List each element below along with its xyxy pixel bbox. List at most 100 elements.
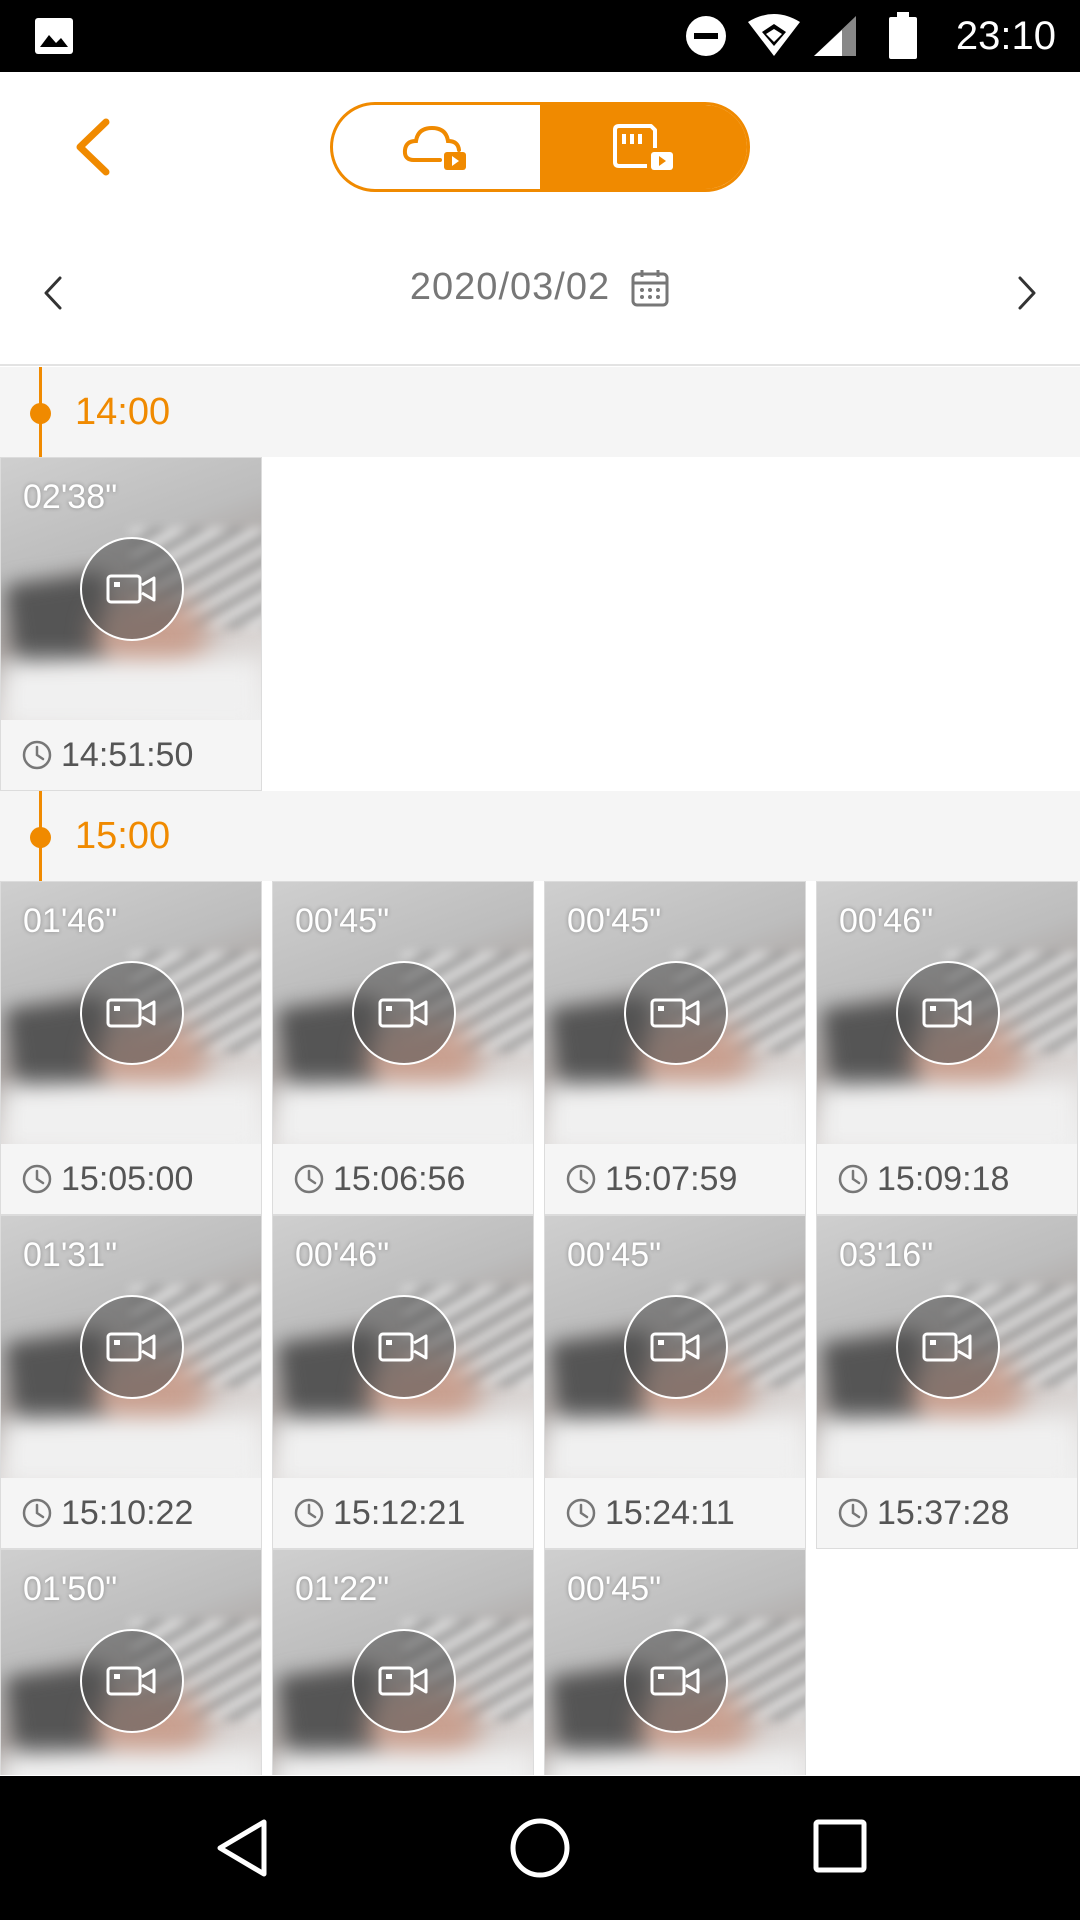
clip-duration: 01'31" bbox=[23, 1236, 118, 1274]
hour-group-header: 14:00 bbox=[0, 367, 1080, 457]
clip-footer: 15:24:11 bbox=[545, 1478, 805, 1548]
status-time: 23:10 bbox=[955, 14, 1056, 58]
play-video-button[interactable] bbox=[80, 1629, 184, 1733]
clip-duration: 00'46" bbox=[839, 902, 934, 940]
clock-icon bbox=[566, 1164, 596, 1194]
clip-duration: 00'45" bbox=[567, 902, 662, 940]
do-not-disturb-icon bbox=[686, 16, 726, 56]
hour-label: 15:00 bbox=[75, 815, 171, 857]
clip-card[interactable]: 00'45" 15:06:56 bbox=[272, 881, 534, 1215]
clip-duration: 03'16" bbox=[839, 1236, 934, 1274]
playback-source-toggle bbox=[330, 102, 750, 192]
home-circle-icon[interactable] bbox=[508, 1816, 572, 1880]
clip-card[interactable]: 00'45" 15:07:59 bbox=[544, 881, 806, 1215]
clip-footer: 15:37:28 bbox=[817, 1478, 1077, 1548]
date-navigator: 2020/03/02 bbox=[0, 222, 1080, 366]
video-camera-icon bbox=[106, 1332, 156, 1362]
clip-card[interactable]: 00'46" 15:12:21 bbox=[272, 1215, 534, 1549]
play-video-button[interactable] bbox=[80, 537, 184, 641]
clip-start-time: 15:06:56 bbox=[333, 1159, 466, 1198]
status-bar: 23:10 bbox=[0, 0, 1080, 72]
play-video-button[interactable] bbox=[352, 961, 456, 1065]
clip-card[interactable]: 00'45" 15:24:11 bbox=[544, 1215, 806, 1549]
clip-start-time: 15:09:18 bbox=[877, 1159, 1010, 1198]
video-camera-icon bbox=[106, 574, 156, 604]
play-video-button[interactable] bbox=[352, 1629, 456, 1733]
clock-icon bbox=[22, 740, 52, 770]
clip-duration: 02'38" bbox=[23, 478, 118, 516]
selected-date: 2020/03/02 bbox=[409, 266, 611, 308]
video-camera-icon bbox=[922, 998, 972, 1028]
clip-start-time: 15:37:28 bbox=[877, 1493, 1010, 1532]
clip-start-time: 15:24:11 bbox=[605, 1493, 735, 1532]
clip-card[interactable]: 02'38" 14:51:50 bbox=[0, 457, 262, 791]
video-camera-icon bbox=[378, 1666, 428, 1696]
signal-icon bbox=[814, 16, 856, 56]
recordings-list[interactable]: 14:00 02'38" 14:51:50 15:00 01'46" 15:05:… bbox=[0, 367, 1080, 1775]
clip-footer: 14:51:50 bbox=[1, 720, 261, 790]
cloud-playback-icon bbox=[402, 125, 466, 170]
clip-start-time: 15:05:00 bbox=[61, 1159, 194, 1198]
clip-start-time: 14:51:50 bbox=[61, 735, 194, 774]
clock-icon bbox=[22, 1498, 52, 1528]
clip-card[interactable]: 01'46" 15:05:00 bbox=[0, 881, 262, 1215]
hour-group-header: 15:00 bbox=[0, 791, 1080, 881]
play-video-button[interactable] bbox=[352, 1295, 456, 1399]
next-day-button[interactable] bbox=[1006, 268, 1046, 318]
cloud-playback-tab[interactable] bbox=[333, 105, 540, 189]
clip-duration: 01'22" bbox=[295, 1570, 390, 1608]
play-video-button[interactable] bbox=[80, 1295, 184, 1399]
timeline-dot bbox=[30, 403, 51, 424]
video-camera-icon bbox=[650, 1332, 700, 1362]
back-triangle-icon[interactable] bbox=[212, 1816, 272, 1880]
clip-card[interactable]: 00'45" bbox=[544, 1549, 806, 1775]
clock-icon bbox=[838, 1164, 868, 1194]
clip-card[interactable]: 00'46" 15:09:18 bbox=[816, 881, 1078, 1215]
clip-footer: 15:05:00 bbox=[1, 1144, 261, 1214]
hour-label: 14:00 bbox=[75, 391, 171, 433]
clip-start-time: 15:10:22 bbox=[61, 1493, 194, 1532]
play-video-button[interactable] bbox=[896, 1295, 1000, 1399]
clip-grid: 02'38" 14:51:50 bbox=[0, 457, 1080, 791]
video-camera-icon bbox=[922, 1332, 972, 1362]
clip-footer: 15:06:56 bbox=[273, 1144, 533, 1214]
clip-duration: 00'45" bbox=[567, 1236, 662, 1274]
sd-card-playback-tab[interactable] bbox=[540, 105, 747, 189]
clip-duration: 00'46" bbox=[295, 1236, 390, 1274]
video-camera-icon bbox=[378, 998, 428, 1028]
clip-duration: 01'46" bbox=[23, 902, 118, 940]
clip-duration: 01'50" bbox=[23, 1570, 118, 1608]
video-camera-icon bbox=[378, 1332, 428, 1362]
clip-duration: 00'45" bbox=[567, 1570, 662, 1608]
clip-start-time: 15:07:59 bbox=[605, 1159, 738, 1198]
play-video-button[interactable] bbox=[624, 1295, 728, 1399]
clip-footer: 15:10:22 bbox=[1, 1478, 261, 1548]
clock-icon bbox=[838, 1498, 868, 1528]
gallery-icon bbox=[35, 18, 73, 54]
video-camera-icon bbox=[106, 998, 156, 1028]
clock-icon bbox=[22, 1164, 52, 1194]
clip-footer: 15:12:21 bbox=[273, 1478, 533, 1548]
clip-footer: 15:09:18 bbox=[817, 1144, 1077, 1214]
sd-card-playback-icon bbox=[612, 124, 673, 170]
clip-card[interactable]: 01'50" bbox=[0, 1549, 262, 1775]
top-bar bbox=[0, 72, 1080, 222]
calendar-icon bbox=[631, 269, 669, 306]
video-camera-icon bbox=[650, 998, 700, 1028]
clip-card[interactable]: 03'16" 15:37:28 bbox=[816, 1215, 1078, 1549]
clock-icon bbox=[294, 1164, 324, 1194]
wifi-icon bbox=[748, 14, 800, 56]
recents-square-icon[interactable] bbox=[812, 1818, 868, 1874]
clip-card[interactable]: 01'22" bbox=[272, 1549, 534, 1775]
back-button[interactable] bbox=[62, 112, 132, 182]
video-camera-icon bbox=[650, 1666, 700, 1696]
play-video-button[interactable] bbox=[896, 961, 1000, 1065]
date-picker[interactable]: 2020/03/02 bbox=[0, 266, 1080, 309]
clip-duration: 00'45" bbox=[295, 902, 390, 940]
clip-footer: 15:07:59 bbox=[545, 1144, 805, 1214]
battery-icon bbox=[889, 12, 917, 59]
play-video-button[interactable] bbox=[80, 961, 184, 1065]
play-video-button[interactable] bbox=[624, 1629, 728, 1733]
clip-card[interactable]: 01'31" 15:10:22 bbox=[0, 1215, 262, 1549]
play-video-button[interactable] bbox=[624, 961, 728, 1065]
